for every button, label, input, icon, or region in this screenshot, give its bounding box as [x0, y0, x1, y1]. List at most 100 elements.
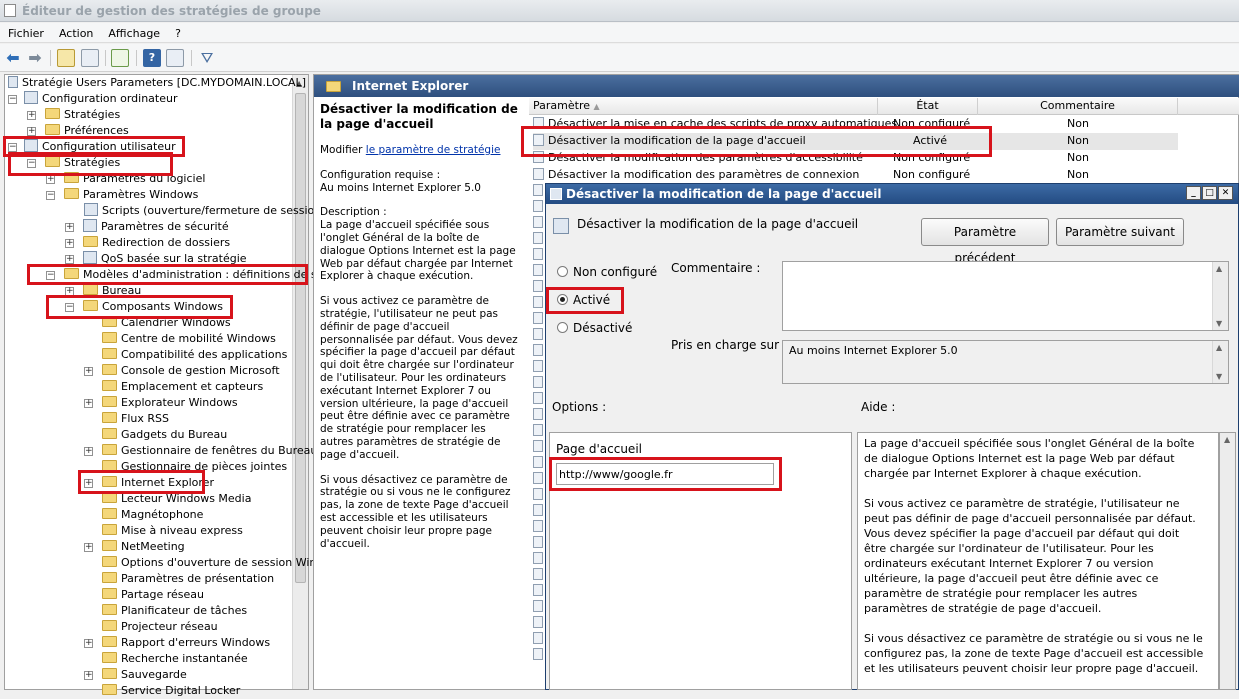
- tree-item-admin-templates[interactable]: − Modèles d'administration : définitions …: [46, 267, 332, 283]
- tree-item-software-settings[interactable]: + Paramètres du logiciel: [46, 171, 205, 187]
- tree-label: Composants Windows: [102, 300, 223, 313]
- folder-icon: [102, 460, 117, 471]
- setting-row[interactable]: Désactiver la modification des paramètre…: [533, 167, 1178, 184]
- tree-item-strategies-user[interactable]: − Stratégies: [27, 155, 120, 171]
- edit-policy-link[interactable]: le paramètre de stratégie: [366, 144, 501, 156]
- export-list-icon[interactable]: [111, 49, 129, 67]
- radio-enabled[interactable]: Activé: [557, 293, 610, 307]
- maximize-icon[interactable]: □: [1202, 186, 1217, 200]
- folder-icon: [102, 444, 117, 455]
- folder-icon: [102, 316, 117, 327]
- back-arrow-icon[interactable]: ⬅: [4, 49, 22, 67]
- close-icon[interactable]: ✕: [1218, 186, 1233, 200]
- details-header: Internet Explorer: [314, 75, 1239, 97]
- help-paragraph: Si vous désactivez ce paramètre de strat…: [864, 632, 1204, 675]
- tree-item-ouverture-session[interactable]: Options d'ouverture de session Wind: [84, 555, 323, 571]
- tree-item-security-settings[interactable]: + Paramètres de sécurité: [65, 219, 229, 235]
- tree-item-gadgets[interactable]: Gadgets du Bureau: [84, 427, 227, 443]
- menu-action[interactable]: Action: [51, 23, 100, 40]
- hidden-rows-icons: [533, 184, 545, 664]
- tree-item-strategies-computer[interactable]: + Stratégies: [27, 107, 120, 123]
- folder-icon: [102, 620, 117, 631]
- menu-help[interactable]: ?: [167, 23, 188, 40]
- tree-item-preferences-computer[interactable]: + Préférences: [27, 123, 129, 139]
- column-parametre[interactable]: Paramètre ▲: [529, 98, 878, 115]
- details-header-title: Internet Explorer: [352, 79, 469, 93]
- modify-prefix: Modifier: [320, 144, 366, 156]
- help-icon[interactable]: ?: [143, 49, 161, 67]
- tree-item-windows-settings[interactable]: − Paramètres Windows: [46, 187, 198, 203]
- tree-item-netmeeting[interactable]: + NetMeeting: [84, 539, 185, 555]
- tree-item-computer-config[interactable]: − Configuration ordinateur: [8, 91, 177, 107]
- minimize-icon[interactable]: _: [1186, 186, 1201, 200]
- tree-item-planificateur[interactable]: Planificateur de tâches: [84, 603, 247, 619]
- setting-comment: Non: [1067, 168, 1089, 181]
- dialog-title: Désactiver la modification de la page d'…: [566, 187, 882, 201]
- tree-scrollbar[interactable]: ▲: [292, 75, 308, 689]
- folder-icon: [102, 508, 117, 519]
- setting-row[interactable]: Désactiver la modification des paramètre…: [533, 150, 1178, 167]
- previous-setting-button[interactable]: Paramètre précédent: [921, 218, 1049, 265]
- tree-item-folder-redirection[interactable]: + Redirection de dossiers: [65, 235, 230, 251]
- tree-item-windows-components[interactable]: − Composants Windows: [65, 299, 223, 315]
- settings-list-header: Paramètre ▲ État Commentaire: [529, 98, 1239, 115]
- tree-item-qos[interactable]: + QoS basée sur la stratégie: [65, 251, 247, 267]
- folder-icon: [102, 348, 117, 359]
- column-label: Paramètre: [533, 99, 590, 112]
- radio-circle: [557, 322, 568, 333]
- forward-arrow-icon[interactable]: ➡: [26, 49, 44, 67]
- folder-icon: [102, 428, 117, 439]
- next-setting-button[interactable]: Paramètre suivant: [1056, 218, 1184, 246]
- tree-item-explorateur[interactable]: + Explorateur Windows: [84, 395, 238, 411]
- chart-icon: [83, 251, 97, 264]
- folder-icon: [102, 492, 117, 503]
- setting-icon: [533, 151, 544, 163]
- tree-item-emplacement[interactable]: Emplacement et capteurs: [84, 379, 263, 395]
- radio-not-configured[interactable]: Non configuré: [557, 265, 657, 279]
- description-title: Désactiver la modification de la page d'…: [320, 102, 518, 131]
- setting-row[interactable]: Désactiver la mise en cache des scripts …: [533, 116, 1178, 133]
- comment-textarea[interactable]: ▲ ▼: [782, 261, 1229, 331]
- homepage-input[interactable]: http://www/google.fr: [556, 463, 774, 485]
- radio-disabled[interactable]: Désactivé: [557, 321, 632, 335]
- up-folder-icon[interactable]: [57, 49, 75, 67]
- show-hide-tree-icon[interactable]: [81, 49, 99, 67]
- filter-icon[interactable]: ⛛: [198, 49, 216, 67]
- tree-root-label: Stratégie Users Parameters [DC.MYDOMAIN.…: [22, 76, 306, 89]
- tree-item-console-gestion[interactable]: + Console de gestion Microsoft: [84, 363, 280, 379]
- tree-item-mobilite[interactable]: Centre de mobilité Windows: [84, 331, 276, 347]
- tree-label: Centre de mobilité Windows: [121, 332, 276, 345]
- menu-fichier[interactable]: Fichier: [0, 23, 51, 40]
- tree-item-sauvegarde[interactable]: + Sauvegarde: [84, 667, 187, 683]
- tree-item-calendrier[interactable]: Calendrier Windows: [84, 315, 231, 331]
- tree-item-mise-a-niveau[interactable]: Mise à niveau express: [84, 523, 243, 539]
- tree-item-projecteur[interactable]: Projecteur réseau: [84, 619, 218, 635]
- column-commentaire[interactable]: Commentaire: [978, 98, 1178, 115]
- menu-affichage[interactable]: Affichage: [100, 23, 167, 40]
- tree-item-partage-reseau[interactable]: Partage réseau: [84, 587, 204, 603]
- properties-icon[interactable]: [166, 49, 184, 67]
- tree-item-scripts[interactable]: Scripts (ouverture/fermeture de session: [84, 203, 321, 219]
- tree-item-gestionnaire-fenetres[interactable]: + Gestionnaire de fenêtres du Bureau: [84, 443, 317, 459]
- tree-label: Configuration ordinateur: [42, 92, 178, 105]
- tree-item-flux-rss[interactable]: Flux RSS: [84, 411, 169, 427]
- column-etat[interactable]: État: [878, 98, 978, 115]
- folder-icon: [102, 540, 117, 551]
- tree-item-pieces-jointes[interactable]: Gestionnaire de pièces jointes: [84, 459, 287, 475]
- tree-item-recherche[interactable]: Recherche instantanée: [84, 651, 248, 667]
- tree-item-compatibilite[interactable]: Compatibilité des applications: [84, 347, 287, 363]
- tree-item-presentation[interactable]: Paramètres de présentation: [84, 571, 274, 587]
- tree-item-internet-explorer[interactable]: + Internet Explorer: [84, 475, 214, 491]
- tree-item-media-player[interactable]: Lecteur Windows Media: [84, 491, 251, 507]
- tree-item-magnetophone[interactable]: Magnétophone: [84, 507, 203, 523]
- tree-item-bureau[interactable]: + Bureau: [65, 283, 141, 299]
- setting-row-selected[interactable]: Désactiver la modification de la page d'…: [533, 133, 1178, 150]
- tree-item-user-config[interactable]: − Configuration utilisateur: [8, 139, 176, 155]
- help-scrollbar[interactable]: ▲: [1219, 432, 1236, 690]
- dialog-heading: Désactiver la modification de la page d'…: [577, 217, 859, 231]
- folder-icon: [83, 236, 98, 247]
- tree-item-rapport-erreurs[interactable]: + Rapport d'erreurs Windows: [84, 635, 270, 651]
- tree-item-digital-locker[interactable]: Service Digital Locker: [84, 683, 240, 699]
- help-paragraph: La page d'accueil spécifiée sous l'ongle…: [864, 437, 1195, 480]
- tree-root[interactable]: Stratégie Users Parameters [DC.MYDOMAIN.…: [8, 75, 306, 91]
